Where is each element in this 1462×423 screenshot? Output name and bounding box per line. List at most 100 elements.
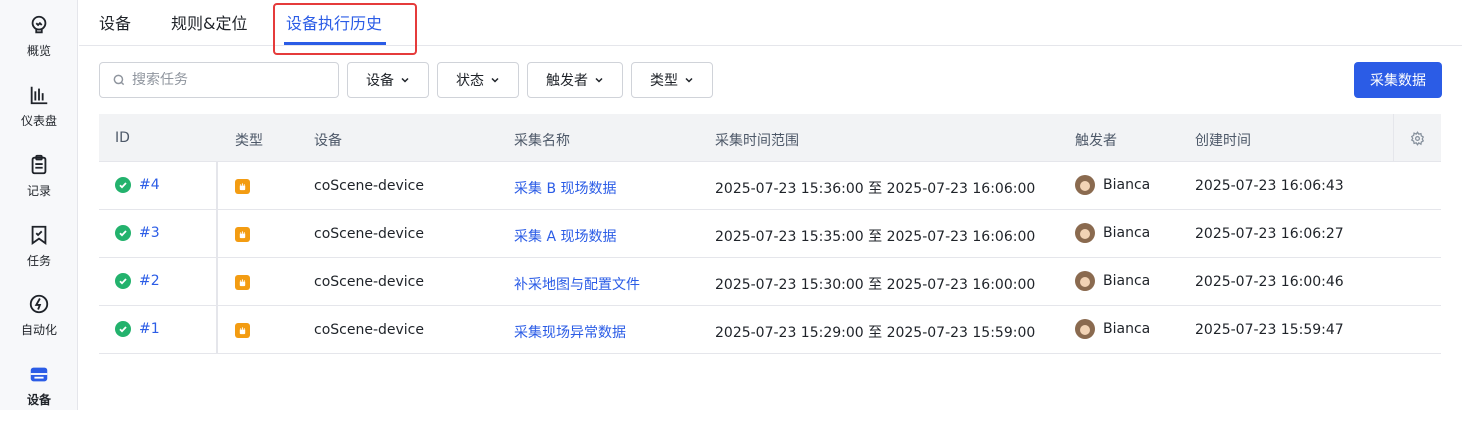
column-header-trigger[interactable]: 触发者	[1075, 130, 1117, 150]
main-content: 设备 规则&定位 设备执行历史 设备 状态 触发者 类型 采集数据	[79, 0, 1462, 410]
column-header-id[interactable]: ID	[115, 130, 130, 146]
sidebar: 概览 仪表盘 记录 任务 自动化 设备	[0, 0, 78, 410]
sidebar-item-overview[interactable]: 概览	[0, 14, 78, 74]
filter-label: 状态	[456, 73, 484, 89]
collection-name-link[interactable]: 采集 A 现场数据	[514, 226, 616, 246]
sidebar-item-automation[interactable]: 自动化	[0, 293, 78, 353]
sidebar-item-devices[interactable]: 设备	[0, 363, 78, 423]
success-check-icon	[115, 225, 131, 241]
sidebar-item-label: 自动化	[20, 323, 57, 337]
id-cell: #3	[115, 225, 160, 241]
device-cell: coScene-device	[314, 274, 424, 290]
task-id-link[interactable]: #2	[139, 273, 160, 289]
avatar	[1075, 319, 1095, 339]
trigger-cell: Bianca	[1075, 223, 1150, 243]
toolbar: 设备 状态 触发者 类型 采集数据	[99, 62, 1442, 98]
sidebar-item-label: 记录	[26, 184, 51, 198]
search-input[interactable]	[132, 72, 322, 88]
time-range-cell: 2025-07-23 15:29:00 至 2025-07-23 15:59:0…	[715, 325, 1036, 341]
filter-trigger-dropdown[interactable]: 触发者	[527, 62, 623, 98]
search-icon	[113, 74, 125, 86]
success-check-icon	[115, 321, 131, 337]
chevron-down-icon	[491, 77, 499, 83]
avatar	[1075, 175, 1095, 195]
trigger-cell: Bianca	[1075, 271, 1150, 291]
gear-icon	[1410, 130, 1425, 146]
column-header-time-range[interactable]: 采集时间范围	[715, 130, 799, 150]
trigger-name: Bianca	[1103, 321, 1151, 337]
type-badge-icon	[235, 275, 250, 290]
time-range-cell: 2025-07-23 15:35:00 至 2025-07-23 16:06:0…	[715, 229, 1036, 245]
id-cell: #1	[115, 321, 160, 337]
bulb-icon	[31, 15, 47, 34]
created-time-cell: 2025-07-23 16:06:27	[1195, 226, 1344, 242]
trigger-name: Bianca	[1103, 273, 1151, 289]
table-row[interactable]: #2 coScene-device 补采地图与配置文件 2025-07-23 1…	[99, 258, 1441, 306]
task-icon	[31, 225, 47, 246]
filter-status-dropdown[interactable]: 状态	[437, 62, 519, 98]
device-icon	[30, 367, 48, 382]
column-header-type[interactable]: 类型	[235, 130, 263, 150]
sidebar-item-tasks[interactable]: 任务	[0, 224, 78, 284]
task-id-link[interactable]: #4	[139, 177, 160, 193]
sidebar-item-records[interactable]: 记录	[0, 154, 78, 214]
history-table: ID 类型 设备 采集名称 采集时间范围 触发者 创建时间 #4 coScene…	[99, 114, 1441, 354]
column-settings-button[interactable]	[1393, 114, 1441, 162]
device-cell: coScene-device	[314, 226, 424, 242]
filter-label: 触发者	[546, 73, 588, 89]
trigger-cell: Bianca	[1075, 175, 1150, 195]
trigger-name: Bianca	[1103, 177, 1151, 193]
created-time-cell: 2025-07-23 16:06:43	[1195, 178, 1344, 194]
search-box[interactable]	[99, 62, 339, 98]
success-check-icon	[115, 177, 131, 193]
filter-device-dropdown[interactable]: 设备	[347, 62, 429, 98]
created-time-cell: 2025-07-23 15:59:47	[1195, 322, 1344, 338]
task-id-link[interactable]: #3	[139, 225, 160, 241]
collection-name-link[interactable]: 采集 B 现场数据	[514, 178, 617, 198]
id-cell: #4	[115, 177, 160, 193]
created-time-cell: 2025-07-23 16:00:46	[1195, 274, 1344, 290]
tab-devices[interactable]: 设备	[99, 10, 131, 34]
collection-name-link[interactable]: 补采地图与配置文件	[514, 274, 640, 294]
column-header-created[interactable]: 创建时间	[1195, 130, 1251, 150]
chevron-down-icon	[685, 77, 693, 83]
automation-icon	[29, 294, 49, 314]
avatar	[1075, 223, 1095, 243]
table-row[interactable]: #4 coScene-device 采集 B 现场数据 2025-07-23 1…	[99, 162, 1441, 210]
collection-name-link[interactable]: 采集现场异常数据	[514, 322, 626, 342]
filter-label: 类型	[650, 73, 678, 89]
bar-chart-icon	[30, 86, 48, 105]
sidebar-item-label: 仪表盘	[20, 114, 57, 128]
column-header-device[interactable]: 设备	[314, 130, 342, 150]
avatar	[1075, 271, 1095, 291]
id-cell: #2	[115, 273, 160, 289]
tab-bar: 设备 规则&定位 设备执行历史	[79, 0, 1462, 55]
sidebar-item-dashboard[interactable]: 仪表盘	[0, 84, 78, 144]
collect-data-button[interactable]: 采集数据	[1354, 62, 1442, 98]
sidebar-item-label: 任务	[26, 254, 51, 268]
trigger-name: Bianca	[1103, 225, 1151, 241]
success-check-icon	[115, 273, 131, 289]
time-range-cell: 2025-07-23 15:36:00 至 2025-07-23 16:06:0…	[715, 181, 1036, 197]
time-range-cell: 2025-07-23 15:30:00 至 2025-07-23 16:00:0…	[715, 277, 1036, 293]
filter-label: 设备	[366, 73, 394, 89]
table-row[interactable]: #3 coScene-device 采集 A 现场数据 2025-07-23 1…	[99, 210, 1441, 258]
chevron-down-icon	[595, 77, 603, 83]
table-header: ID 类型 设备 采集名称 采集时间范围 触发者 创建时间	[99, 114, 1441, 162]
clipboard-icon	[31, 154, 47, 175]
type-badge-icon	[235, 323, 250, 338]
table-row[interactable]: #1 coScene-device 采集现场异常数据 2025-07-23 15…	[99, 306, 1441, 354]
filter-type-dropdown[interactable]: 类型	[631, 62, 713, 98]
device-cell: coScene-device	[314, 322, 424, 338]
type-badge-icon	[235, 179, 250, 194]
chevron-down-icon	[401, 77, 409, 83]
sidebar-item-label: 设备	[26, 393, 51, 407]
device-cell: coScene-device	[314, 178, 424, 194]
task-id-link[interactable]: #1	[139, 321, 160, 337]
trigger-cell: Bianca	[1075, 319, 1150, 339]
sidebar-item-label: 概览	[26, 44, 51, 58]
column-header-collection-name[interactable]: 采集名称	[514, 130, 570, 150]
tab-rules-location[interactable]: 规则&定位	[171, 10, 247, 34]
highlight-annotation	[273, 3, 417, 55]
type-badge-icon	[235, 227, 250, 242]
